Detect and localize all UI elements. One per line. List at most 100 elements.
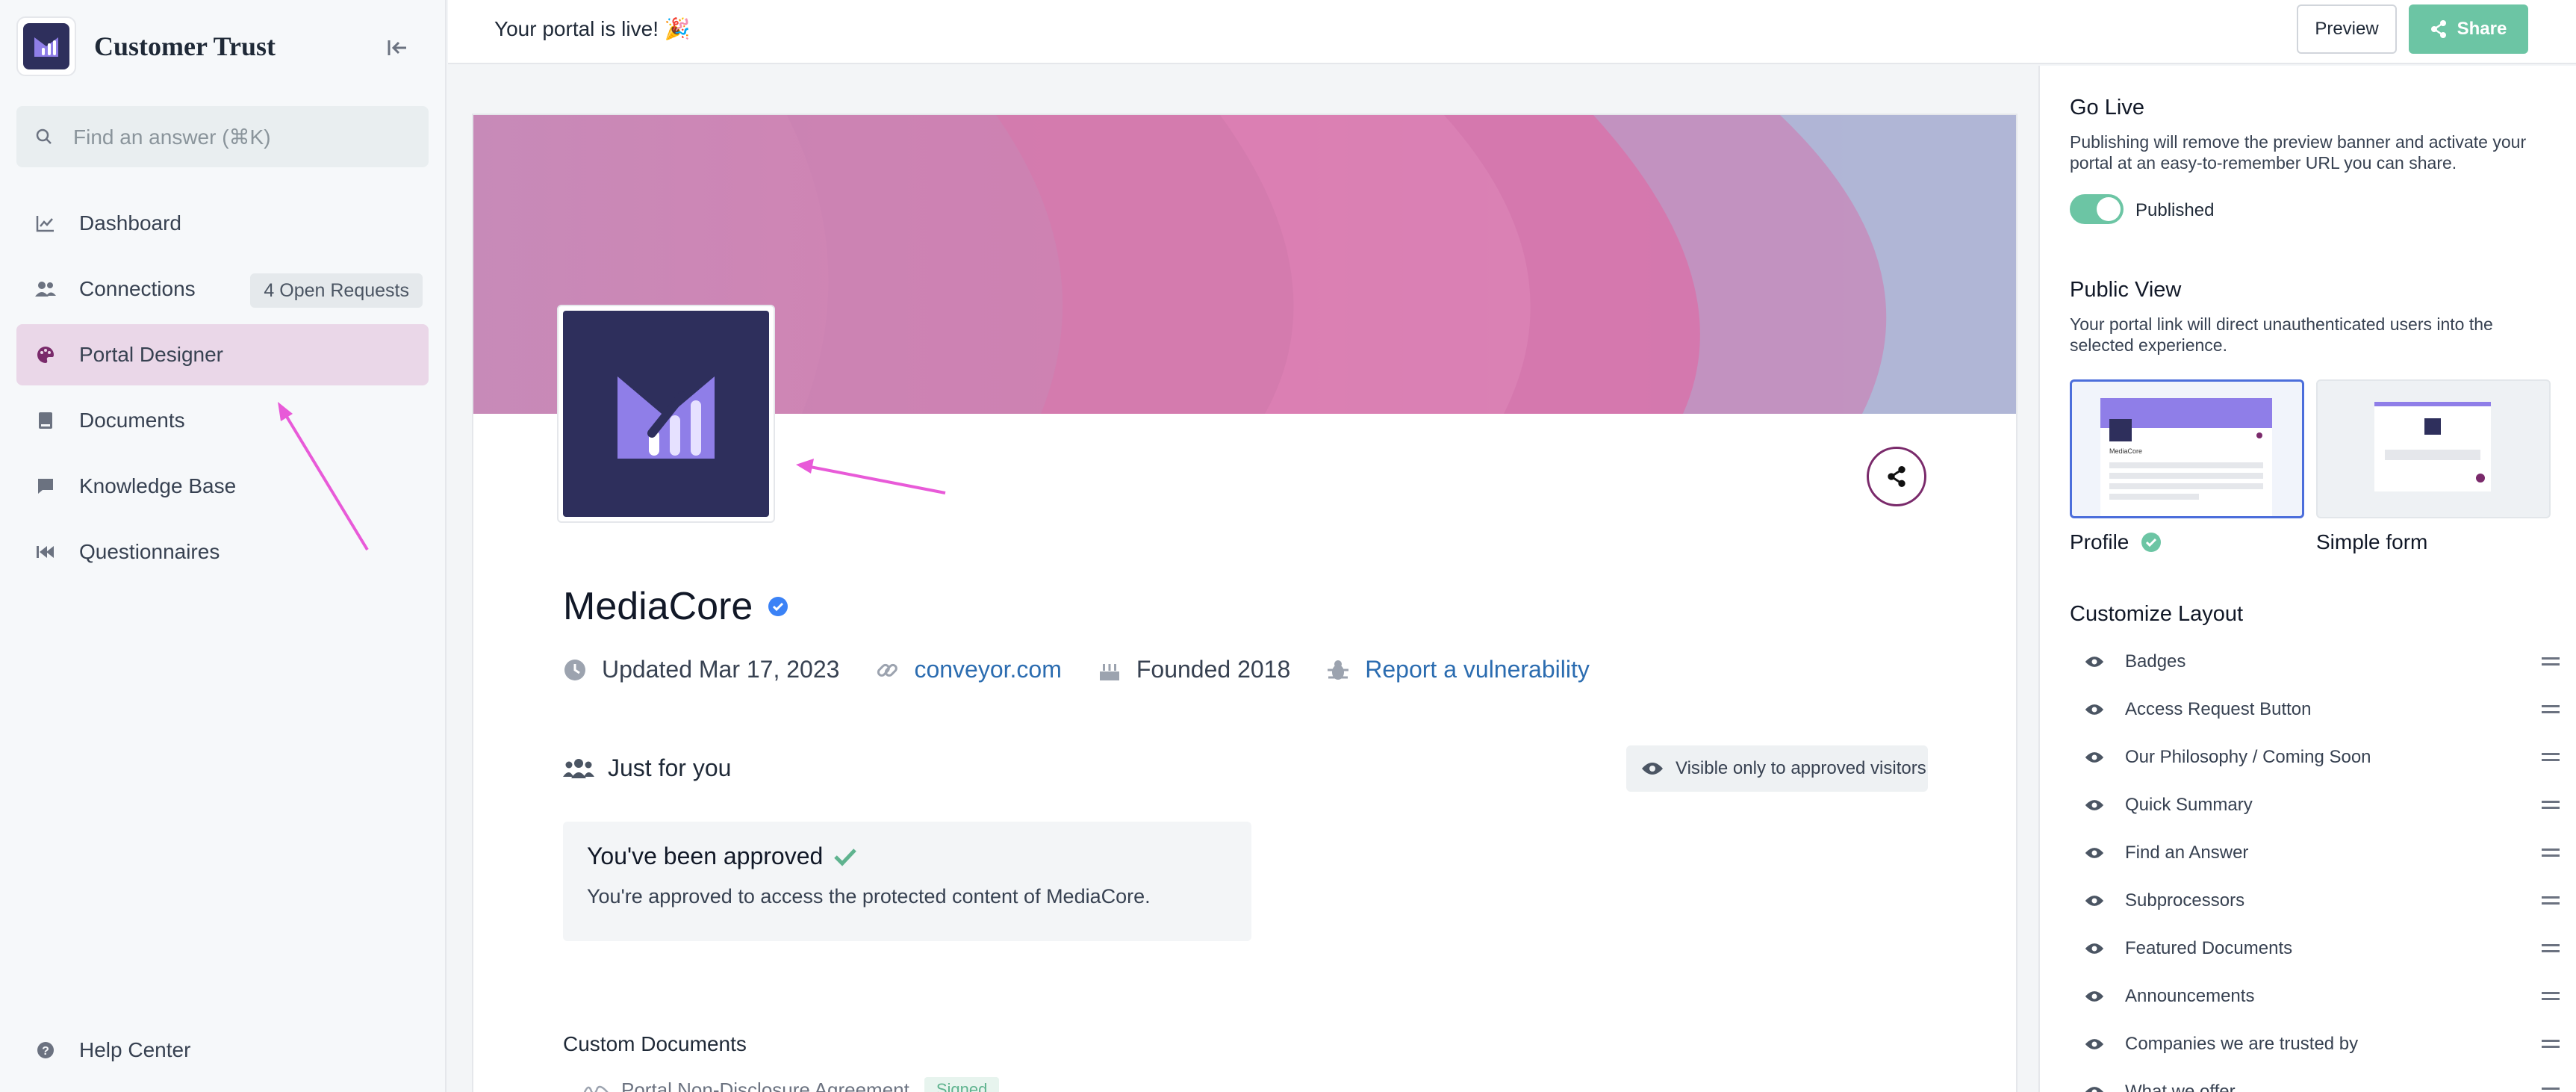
approved-card: You've been approved You're approved to …: [563, 822, 1251, 941]
layout-item-featured-documents[interactable]: Featured Documents: [2070, 925, 2563, 972]
cake-icon: [1099, 663, 1119, 680]
drag-handle-icon[interactable]: [2542, 1040, 2560, 1049]
eye-icon[interactable]: [2085, 1085, 2104, 1092]
drag-handle-icon[interactable]: [2542, 801, 2560, 810]
approved-text: You're approved to access the protected …: [587, 885, 1151, 908]
portal-preview-canvas: MediaCore Updated Mar 17, 2023 conveyor.…: [472, 114, 2017, 1092]
open-requests-badge[interactable]: 4 Open Requests: [250, 273, 423, 308]
approved-title: You've been approved: [587, 843, 1228, 870]
chart-line-icon: [34, 212, 57, 235]
drag-handle-icon[interactable]: [2542, 705, 2560, 714]
layout-item-find-an-answer[interactable]: Find an Answer: [2070, 829, 2563, 877]
sidebar-item-label: Connections: [79, 277, 196, 300]
profile-view-option[interactable]: MediaCore: [2070, 379, 2304, 518]
share-button[interactable]: Share: [2409, 4, 2528, 54]
eye-icon[interactable]: [2085, 655, 2104, 668]
signed-badge: Signed: [924, 1077, 1000, 1092]
customize-layout-title: Customize Layout: [2070, 602, 2244, 626]
layout-item-badges[interactable]: Badges: [2070, 638, 2563, 686]
nda-document-row[interactable]: Portal Non-Disclosure Agreement Signed: [582, 1077, 1000, 1092]
simple-form-thumbnail: [2374, 402, 2491, 491]
bug-icon: [1328, 660, 1349, 680]
checkmark-icon: [834, 848, 857, 866]
link-icon: [877, 663, 898, 677]
users-icon: [563, 758, 594, 778]
layout-item-what-we-offer[interactable]: What we offer: [2070, 1068, 2563, 1092]
clock-icon: [564, 659, 585, 680]
portal-live-message: Your portal is live! 🎉: [494, 17, 691, 40]
company-meta: Updated Mar 17, 2023 conveyor.com Founde…: [563, 656, 1625, 683]
layout-item-companies-trusted-by[interactable]: Companies we are trusted by: [2070, 1020, 2563, 1068]
drag-handle-icon[interactable]: [2542, 944, 2560, 953]
help-center-link[interactable]: ? Help Center: [34, 1038, 190, 1062]
layout-item-our-philosophy[interactable]: Our Philosophy / Coming Soon: [2070, 733, 2563, 781]
layout-list: Badges Access Request Button Our Philoso…: [2070, 638, 2563, 1092]
eye-icon[interactable]: [2085, 1037, 2104, 1051]
signature-icon: [583, 1085, 609, 1092]
profile-view-label: Profile: [2070, 530, 2162, 554]
eye-icon[interactable]: [2085, 846, 2104, 860]
eye-icon[interactable]: [2085, 942, 2104, 955]
custom-documents-heading: Custom Documents: [563, 1032, 747, 1055]
eye-icon: [1642, 763, 1663, 775]
mini-company-name: MediaCore: [2109, 447, 2142, 455]
website-link[interactable]: conveyor.com: [875, 656, 1062, 683]
company-logo[interactable]: [557, 305, 775, 523]
public-view-description: Your portal link will direct unauthentic…: [2070, 314, 2493, 355]
help-center-label: Help Center: [79, 1038, 191, 1061]
company-logo-icon: [617, 376, 715, 459]
layout-item-subprocessors[interactable]: Subprocessors: [2070, 877, 2563, 925]
preview-button[interactable]: Preview: [2297, 4, 2397, 54]
go-live-description: Publishing will remove the preview banne…: [2070, 132, 2527, 173]
drag-handle-icon[interactable]: [2542, 992, 2560, 1001]
simple-form-view-option[interactable]: [2316, 379, 2551, 518]
chat-icon: [34, 475, 57, 497]
collapse-sidebar-button[interactable]: [382, 33, 412, 63]
eye-icon[interactable]: [2085, 990, 2104, 1003]
drag-handle-icon[interactable]: [2542, 896, 2560, 905]
eye-icon[interactable]: [2085, 703, 2104, 716]
app-logo[interactable]: [16, 16, 76, 76]
go-live-title: Go Live: [2070, 96, 2144, 120]
brand-title: Customer Trust: [94, 31, 276, 61]
users-icon: [34, 278, 57, 300]
search-icon: [36, 128, 52, 144]
drag-handle-icon[interactable]: [2542, 1088, 2560, 1092]
search-placeholder: Find an answer (⌘K): [73, 125, 271, 149]
layout-item-access-request-button[interactable]: Access Request Button: [2070, 686, 2563, 733]
sidebar-item-connections[interactable]: Connections 4 Open Requests: [16, 258, 429, 320]
sidebar-item-portal-designer[interactable]: Portal Designer: [16, 324, 429, 385]
updated-date: Updated Mar 17, 2023: [563, 656, 839, 683]
visibility-chip[interactable]: Visible only to approved visitors: [1626, 745, 1928, 792]
palette-icon: [34, 344, 57, 366]
logo-icon: [34, 37, 58, 57]
report-vulnerability-link[interactable]: Report a vulnerability: [1326, 656, 1590, 683]
sidebar-item-label: Knowledge Base: [79, 474, 237, 497]
sidebar-item-label: Questionnaires: [79, 540, 220, 563]
profile-share-button[interactable]: [1867, 447, 1926, 506]
share-icon: [2430, 20, 2446, 38]
layout-item-announcements[interactable]: Announcements: [2070, 972, 2563, 1020]
eye-icon[interactable]: [2085, 751, 2104, 764]
brand: Customer Trust: [16, 16, 276, 76]
book-icon: [34, 409, 57, 432]
drag-handle-icon[interactable]: [2542, 753, 2560, 762]
annotation-arrow-icon: [796, 459, 946, 494]
eye-icon[interactable]: [2085, 894, 2104, 908]
svg-text:?: ?: [42, 1045, 49, 1058]
just-for-you-heading: Just for you: [563, 754, 731, 782]
sidebar-item-label: Documents: [79, 409, 185, 432]
search-input[interactable]: Find an answer (⌘K): [16, 106, 429, 167]
published-toggle[interactable]: [2070, 194, 2124, 224]
share-label: Share: [2457, 19, 2507, 39]
share-icon: [1888, 466, 1905, 487]
top-bar: Your portal is live! 🎉 Preview Share: [448, 0, 2576, 64]
sidebar-item-dashboard[interactable]: Dashboard: [16, 193, 429, 254]
profile-thumbnail: MediaCore: [2100, 398, 2272, 516]
drag-handle-icon[interactable]: [2542, 657, 2560, 666]
layout-item-quick-summary[interactable]: Quick Summary: [2070, 781, 2563, 829]
eye-icon[interactable]: [2085, 798, 2104, 812]
sidebar-item-label: Portal Designer: [79, 343, 223, 366]
settings-panel: Go Live Publishing will remove the previ…: [2038, 66, 2576, 1092]
drag-handle-icon[interactable]: [2542, 849, 2560, 857]
